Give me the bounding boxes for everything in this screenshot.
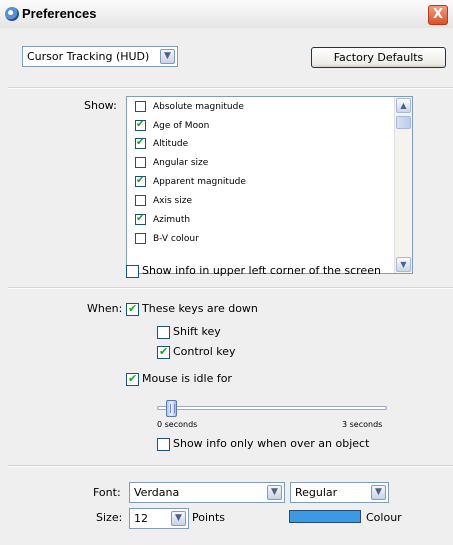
show-label: Show: [84,99,117,112]
scroll-thumb[interactable] [396,116,411,129]
list-item[interactable]: Axis size [135,192,192,211]
over-object-label: Show info only when over an object [173,437,370,450]
chevron-down-icon[interactable]: ▼ [171,511,186,526]
list-item-label: Apparent magnitude [153,177,246,187]
scroll-up-icon[interactable]: ▲ [396,98,411,113]
shift-key-label: Shift key [173,325,221,338]
category-value: Cursor Tracking (HUD) [27,50,150,63]
when-label: When: [87,302,123,315]
font-style-value: Regular [295,486,338,499]
mouse-idle-checkbox[interactable]: Mouse is idle for [126,371,232,387]
control-key-checkbox[interactable]: Control key [157,344,236,360]
colour-label: Colour [366,511,402,524]
checkbox[interactable] [135,119,146,131]
divider [8,287,453,289]
list-item-label: Age of Moon [153,121,210,131]
keys-down-label: These keys are down [142,302,258,315]
font-label: Font: [93,486,121,499]
font-family-select[interactable]: Verdana ▼ [129,482,285,503]
control-key-label: Control key [173,345,236,358]
globe-icon [5,7,19,21]
checkbox[interactable] [135,101,146,112]
keys-down-checkbox[interactable]: These keys are down [126,301,258,317]
shift-key-checkbox[interactable]: Shift key [157,324,221,340]
checkbox[interactable] [126,372,139,386]
checkbox[interactable] [135,175,146,187]
over-object-checkbox[interactable]: Show info only when over an object [157,436,369,452]
idle-slider-thumb[interactable] [166,400,177,417]
checkbox[interactable] [135,195,146,206]
divider [8,465,453,467]
factory-defaults-button[interactable]: Factory Defaults [311,47,446,68]
size-label: Size: [96,511,123,524]
points-label: Points [192,511,226,524]
list-item-label: Absolute magnitude [153,102,244,112]
chevron-down-icon[interactable]: ▼ [160,49,175,64]
show-listbox[interactable]: Absolute magnitude Age of Moon Altitude … [126,96,413,274]
colour-swatch[interactable] [289,510,361,523]
close-button[interactable]: X [428,5,448,25]
checkbox[interactable] [157,325,170,339]
mouse-idle-label: Mouse is idle for [142,372,232,385]
checkbox[interactable] [126,302,139,316]
chevron-down-icon[interactable]: ▼ [267,485,282,500]
list-item-label: Azimuth [153,215,191,225]
window-title: Preferences [22,6,97,21]
title-bar: Preferences X [0,0,453,29]
list-item[interactable]: Altitude [135,135,188,154]
list-item[interactable]: Azimuth [135,211,190,230]
checkbox[interactable] [135,233,146,244]
checkbox[interactable] [126,264,139,278]
font-size-value: 12 [134,512,148,525]
list-item[interactable]: B-V colour [135,230,199,249]
list-item-label: Angular size [153,158,209,168]
checkbox[interactable] [157,437,170,451]
scroll-down-icon[interactable]: ▼ [396,257,411,272]
list-item[interactable]: Age of Moon [135,117,209,136]
upper-left-corner-checkbox[interactable]: Show info in upper left corner of the sc… [126,263,381,279]
upper-left-corner-label: Show info in upper left corner of the sc… [142,264,381,277]
checkbox[interactable] [135,213,146,225]
list-item[interactable]: Apparent magnitude [135,173,246,192]
list-item-label: B-V colour [153,234,199,244]
list-item-label: Altitude [153,139,189,149]
vertical-scrollbar[interactable]: ▲ ▼ [394,97,412,273]
slider-min-label: 0 seconds [157,420,198,429]
font-size-select[interactable]: 12 ▼ [129,508,189,529]
font-family-value: Verdana [134,486,180,499]
list-item-label: Axis size [153,196,192,206]
list-item[interactable]: Angular size [135,154,208,173]
checkbox[interactable] [157,345,170,359]
slider-max-label: 3 seconds [342,420,383,429]
checkbox[interactable] [135,137,146,149]
font-style-select[interactable]: Regular ▼ [290,482,389,503]
list-item[interactable]: Absolute magnitude [135,98,244,117]
checkbox[interactable] [135,157,146,168]
category-select[interactable]: Cursor Tracking (HUD) ▼ [22,46,178,67]
divider [8,87,453,89]
chevron-down-icon[interactable]: ▼ [371,485,386,500]
idle-slider-track[interactable] [157,406,387,410]
